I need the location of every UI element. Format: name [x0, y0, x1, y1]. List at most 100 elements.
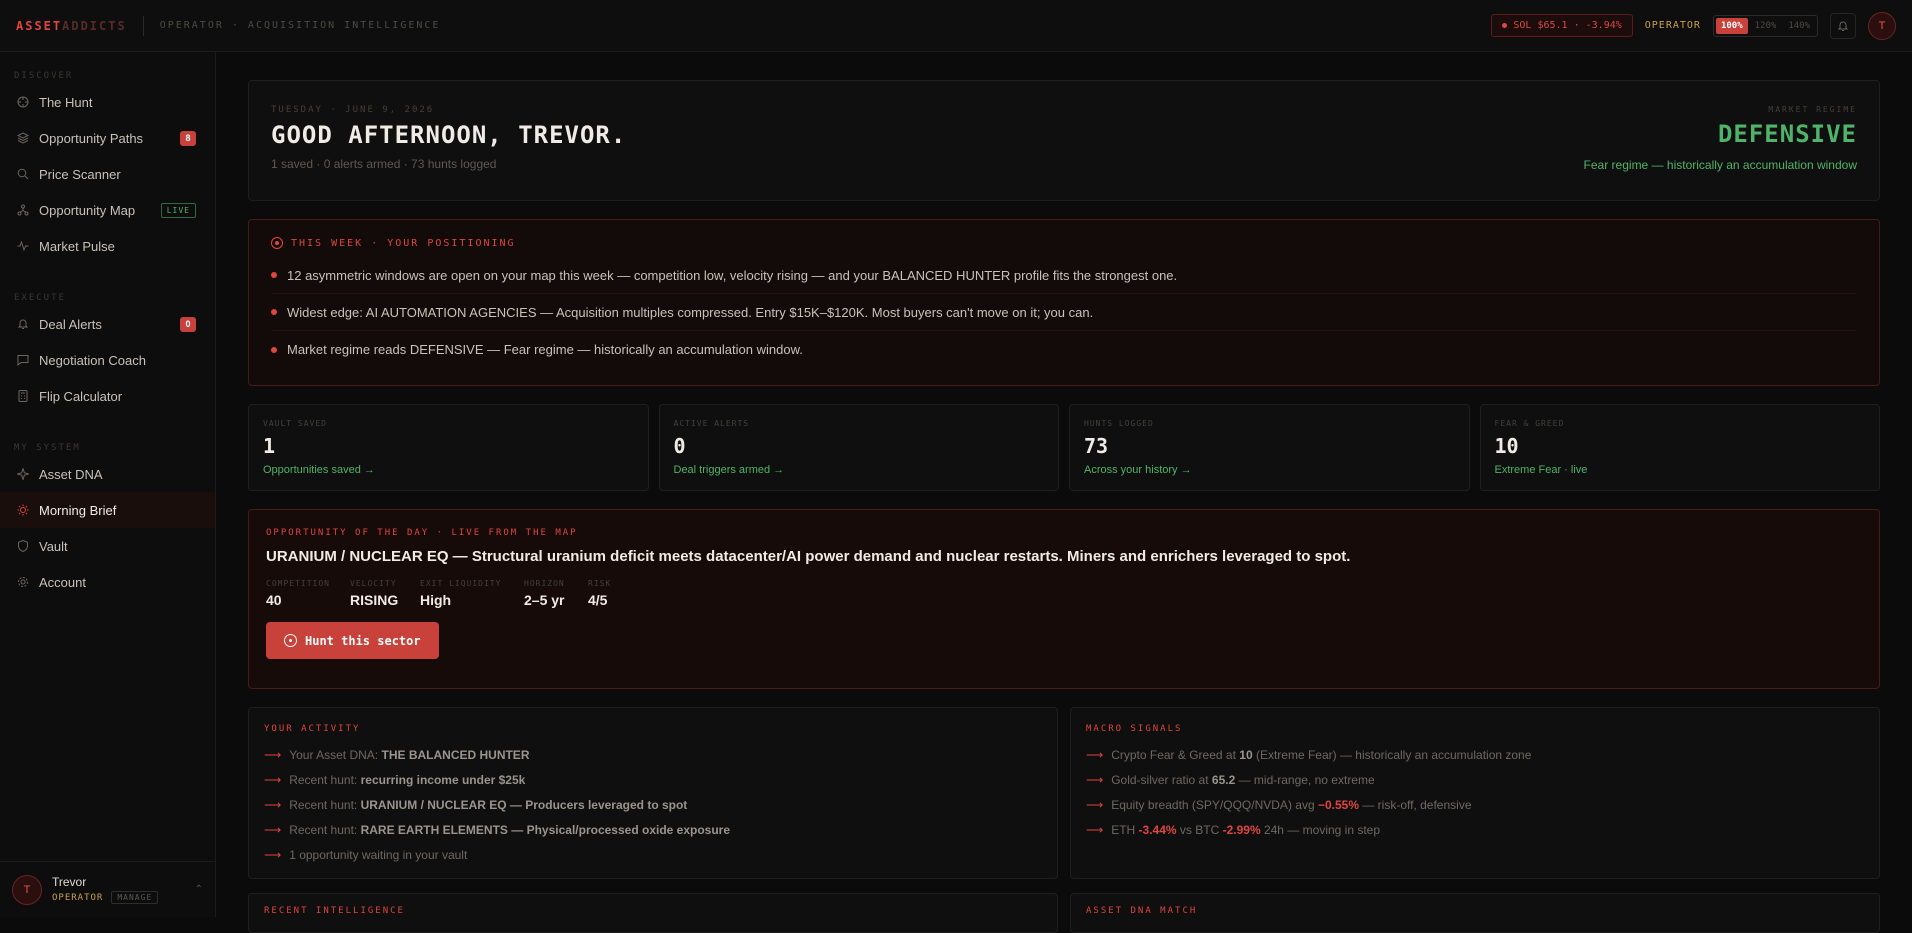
- weekly-title: THIS WEEK · YOUR POSITIONING: [271, 237, 1857, 249]
- breadcrumb: OPERATOR · ACQUISITION INTELLIGENCE: [159, 20, 441, 31]
- otd-label: OPPORTUNITY OF THE DAY · LIVE FROM THE M…: [266, 528, 578, 538]
- list-item: 12 asymmetric windows are open on your m…: [271, 257, 1857, 294]
- metric-competition: COMPETITION 40: [266, 579, 330, 608]
- section-label-execute: EXECUTE: [14, 293, 66, 303]
- main-content: TUESDAY · JUNE 9, 2026 GOOD AFTERNOON, T…: [248, 80, 1880, 933]
- arrow-right-icon: ⟶: [264, 822, 282, 837]
- arrow-right-icon: ⟶: [1086, 797, 1104, 812]
- sun-icon: [16, 504, 29, 517]
- metric-risk: RISK 4/5: [588, 579, 612, 608]
- stat-hunts-logged[interactable]: HUNTS LOGGED 73 Across your history →: [1069, 404, 1470, 491]
- zoom-option-120[interactable]: 120%: [1750, 18, 1782, 34]
- arrow-right-icon: ⟶: [264, 847, 282, 862]
- activity-row[interactable]: ⟶ 1 opportunity waiting in your vault: [264, 842, 1042, 867]
- sidebar-item-price-scanner[interactable]: Price Scanner: [0, 156, 215, 192]
- user-role: OPERATOR: [52, 892, 104, 903]
- sidebar-item-opportunity-map[interactable]: Opportunity Map LIVE: [0, 192, 215, 228]
- metric-exit-liquidity: EXIT LIQUIDITY High: [420, 579, 502, 608]
- top-bar: ASSETADDICTS OPERATOR · ACQUISITION INTE…: [0, 0, 1912, 52]
- sidebar-item-asset-dna[interactable]: Asset DNA: [0, 456, 215, 492]
- arrow-right-icon: ⟶: [1086, 822, 1104, 837]
- status-dot-icon: [1502, 23, 1508, 28]
- activity-macro-row: YOUR ACTIVITY ⟶ Your Asset DNA: THE BALAN…: [248, 707, 1880, 879]
- sidebar-item-negotiation-coach[interactable]: Negotiation Coach: [0, 342, 215, 378]
- arrow-right-icon: ⟶: [264, 772, 282, 787]
- your-activity-panel: YOUR ACTIVITY ⟶ Your Asset DNA: THE BALAN…: [248, 707, 1058, 879]
- macro-row: ⟶ Crypto Fear & Greed at 10 (Extreme Fear…: [1086, 747, 1532, 762]
- metric-horizon: HORIZON 2–5 yr: [524, 579, 565, 608]
- stats-row: VAULT SAVED 1 Opportunities saved → ACTIVE…: [248, 404, 1880, 491]
- list-item: Market regime reads DEFENSIVE — Fear reg…: [271, 331, 1857, 368]
- sidebar-item-flip-calculator[interactable]: Flip Calculator: [0, 378, 215, 414]
- asset-dna-match-panel: ASSET DNA MATCH: [1070, 893, 1880, 933]
- bullet-icon: [271, 346, 277, 353]
- activity-row[interactable]: ⟶ Your Asset DNA: THE BALANCED HUNTER: [264, 742, 1042, 767]
- activity-row[interactable]: ⟶ Recent hunt: recurring income under $25…: [264, 767, 1042, 792]
- weekly-positioning-card: THIS WEEK · YOUR POSITIONING 12 asymmetr…: [248, 219, 1880, 386]
- search-icon: [16, 168, 29, 181]
- zoom-option-100[interactable]: 100%: [1715, 17, 1748, 34]
- stat-vault-saved[interactable]: VAULT SAVED 1 Opportunities saved →: [248, 404, 649, 491]
- sidebar: DISCOVER The Hunt Opportunity Paths 8 Pri…: [0, 52, 216, 917]
- crosshair-icon: [16, 96, 29, 109]
- stat-fear-greed: FEAR & GREED 10 Extreme Fear · live: [1479, 404, 1880, 491]
- bell-icon: [16, 318, 29, 331]
- shield-icon: [16, 540, 29, 553]
- notifications-bell-icon[interactable]: [1830, 12, 1856, 39]
- sidebar-item-morning-brief[interactable]: Morning Brief: [0, 492, 215, 528]
- sidebar-item-the-hunt[interactable]: The Hunt: [0, 84, 215, 120]
- arrow-right-icon: ⟶: [1086, 747, 1104, 762]
- opportunity-of-the-day: OPPORTUNITY OF THE DAY · LIVE FROM THE M…: [248, 509, 1880, 689]
- arrow-right-icon: ⟶: [264, 797, 282, 812]
- crosshair-icon: [284, 634, 297, 647]
- panel-title: MACRO SIGNALS: [1086, 724, 1183, 734]
- app-logo[interactable]: ASSETADDICTS: [16, 19, 127, 33]
- chat-icon: [16, 354, 29, 367]
- hunt-sector-button[interactable]: Hunt this sector: [266, 622, 439, 659]
- user-menu[interactable]: T Trevor OPERATOR MANAGE ⌃: [0, 861, 215, 917]
- sidebar-item-market-pulse[interactable]: Market Pulse: [0, 228, 215, 264]
- stat-active-alerts[interactable]: ACTIVE ALERTS 0 Deal triggers armed →: [658, 404, 1059, 491]
- avatar: T: [12, 874, 42, 905]
- macro-row: ⟶ Gold-silver ratio at 65.2 — mid-range, …: [1086, 772, 1375, 787]
- macro-signals-panel: MACRO SIGNALS ⟶ Crypto Fear & Greed at 10…: [1070, 707, 1880, 879]
- network-icon: [16, 204, 29, 217]
- otd-headline: URANIUM / NUCLEAR EQ — Structural uraniu…: [266, 548, 1351, 565]
- bullet-icon: [271, 272, 277, 278]
- divider: [142, 15, 144, 36]
- section-label-discover: DISCOVER: [14, 71, 74, 81]
- activity-row[interactable]: ⟶ Recent hunt: RARE EARTH ELEMENTS — Phys…: [264, 817, 1042, 842]
- user-name: Trevor: [52, 875, 87, 889]
- count-badge: 8: [180, 130, 196, 146]
- macro-row: ⟶ Equity breadth (SPY/QQQ/NVDA) avg −0.55…: [1086, 797, 1472, 812]
- list-item: Widest edge: AI AUTOMATION AGENCIES — Ac…: [271, 294, 1857, 331]
- bullet-icon: [271, 309, 277, 315]
- layers-icon: [16, 132, 29, 145]
- role-label: OPERATOR: [1644, 20, 1701, 31]
- zoom-selector: 100% 120% 140%: [1712, 14, 1818, 37]
- macro-row: ⟶ ETH -3.44% vs BTC -2.99% 24h — moving i…: [1086, 822, 1381, 837]
- activity-row[interactable]: ⟶ Recent hunt: URANIUM / NUCLEAR EQ — Pro…: [264, 792, 1042, 817]
- section-label-my-system: MY SYSTEM: [14, 443, 81, 453]
- arrow-right-icon: ⟶: [1086, 772, 1104, 787]
- metric-velocity: VELOCITY RISING: [350, 579, 399, 608]
- target-icon: [271, 237, 283, 249]
- sidebar-item-vault[interactable]: Vault: [0, 528, 215, 564]
- chevron-up-icon[interactable]: ⌃: [195, 884, 203, 895]
- otd-metrics: COMPETITION 40 VELOCITY RISING EXIT LIQUID…: [266, 579, 1862, 608]
- arrow-right-icon: ⟶: [264, 747, 282, 762]
- market-regime: MARKET REGIME DEFENSIVE Fear regime — hi…: [1584, 105, 1857, 172]
- sparkle-icon: [16, 468, 29, 481]
- manage-button[interactable]: MANAGE: [111, 891, 159, 904]
- user-avatar[interactable]: T: [1868, 11, 1896, 40]
- calculator-icon: [16, 390, 29, 403]
- live-badge: LIVE: [160, 202, 196, 218]
- count-badge: 0: [180, 316, 196, 332]
- sidebar-item-account[interactable]: Account: [0, 564, 215, 600]
- sidebar-item-opportunity-paths[interactable]: Opportunity Paths 8: [0, 120, 215, 156]
- gear-icon: [16, 576, 29, 589]
- sol-price-ticker[interactable]: SOL $65.1 · -3.94%: [1491, 14, 1633, 37]
- zoom-option-140[interactable]: 140%: [1783, 18, 1815, 34]
- lower-panels-row: RECENT INTELLIGENCE ASSET DNA MATCH: [248, 893, 1880, 933]
- sidebar-item-deal-alerts[interactable]: Deal Alerts 0: [0, 306, 215, 342]
